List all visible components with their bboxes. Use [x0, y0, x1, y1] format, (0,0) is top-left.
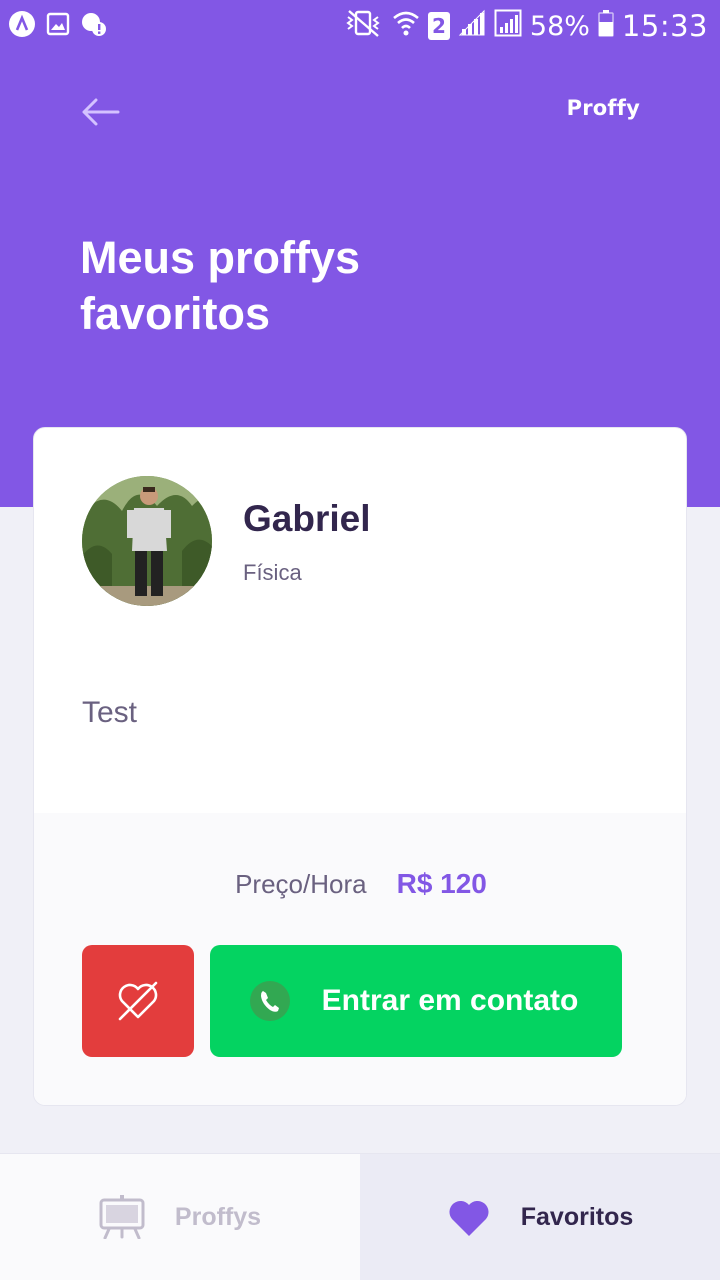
system-status: 2 58% 15:33 — [344, 6, 708, 46]
brand-logo: Proffy — [566, 96, 640, 120]
bottom-tab-bar: Proffys Favoritos — [0, 1153, 720, 1280]
teacher-bio: Test — [82, 696, 138, 729]
gallery-icon — [44, 10, 72, 38]
back-button[interactable] — [78, 92, 122, 132]
alert-cloud-icon — [80, 10, 108, 38]
contact-button-label: Entrar em contato — [321, 984, 579, 1017]
page-title: Meus proffys favoritos — [80, 232, 361, 339]
teacher-card: Gabriel Física Test Preço/Hora R$ 120 En… — [33, 427, 687, 1106]
wifi-icon — [392, 8, 420, 45]
teacher-subject: Física — [243, 560, 302, 585]
avatar — [82, 476, 212, 606]
teacher-name: Gabriel — [243, 498, 371, 539]
whatsapp-icon — [249, 981, 290, 1021]
easel-icon — [99, 1195, 145, 1239]
tab-favoritos[interactable]: Favoritos — [360, 1153, 720, 1280]
tab-proffys-label: Proffys — [174, 1202, 262, 1231]
price-label: Preço/Hora — [235, 869, 367, 899]
card-footer: Preço/Hora R$ 120 Entrar em contato — [34, 813, 686, 1105]
price-value: R$ 120 — [396, 868, 487, 899]
signal-icon-2 — [494, 9, 522, 44]
battery-icon — [598, 9, 614, 44]
contact-button[interactable]: Entrar em contato — [210, 945, 622, 1057]
unfavorite-button[interactable] — [82, 945, 194, 1057]
vibrate-mute-icon — [344, 8, 384, 45]
tab-proffys[interactable]: Proffys — [0, 1153, 360, 1280]
signal-icon — [458, 9, 486, 44]
arrow-left-icon — [82, 98, 120, 126]
status-bar: 2 58% 15:33 — [0, 0, 720, 52]
heart-off-icon — [118, 981, 158, 1021]
price-row: Preço/Hora R$ 120 — [34, 868, 686, 900]
clock: 15:33 — [621, 9, 708, 43]
app-a-icon — [8, 10, 36, 38]
notification-icons — [8, 10, 108, 38]
battery-percent: 58% — [529, 10, 590, 42]
heart-icon — [449, 1200, 489, 1236]
sim-2-icon: 2 — [427, 12, 450, 40]
tab-favoritos-label: Favoritos — [520, 1202, 634, 1231]
